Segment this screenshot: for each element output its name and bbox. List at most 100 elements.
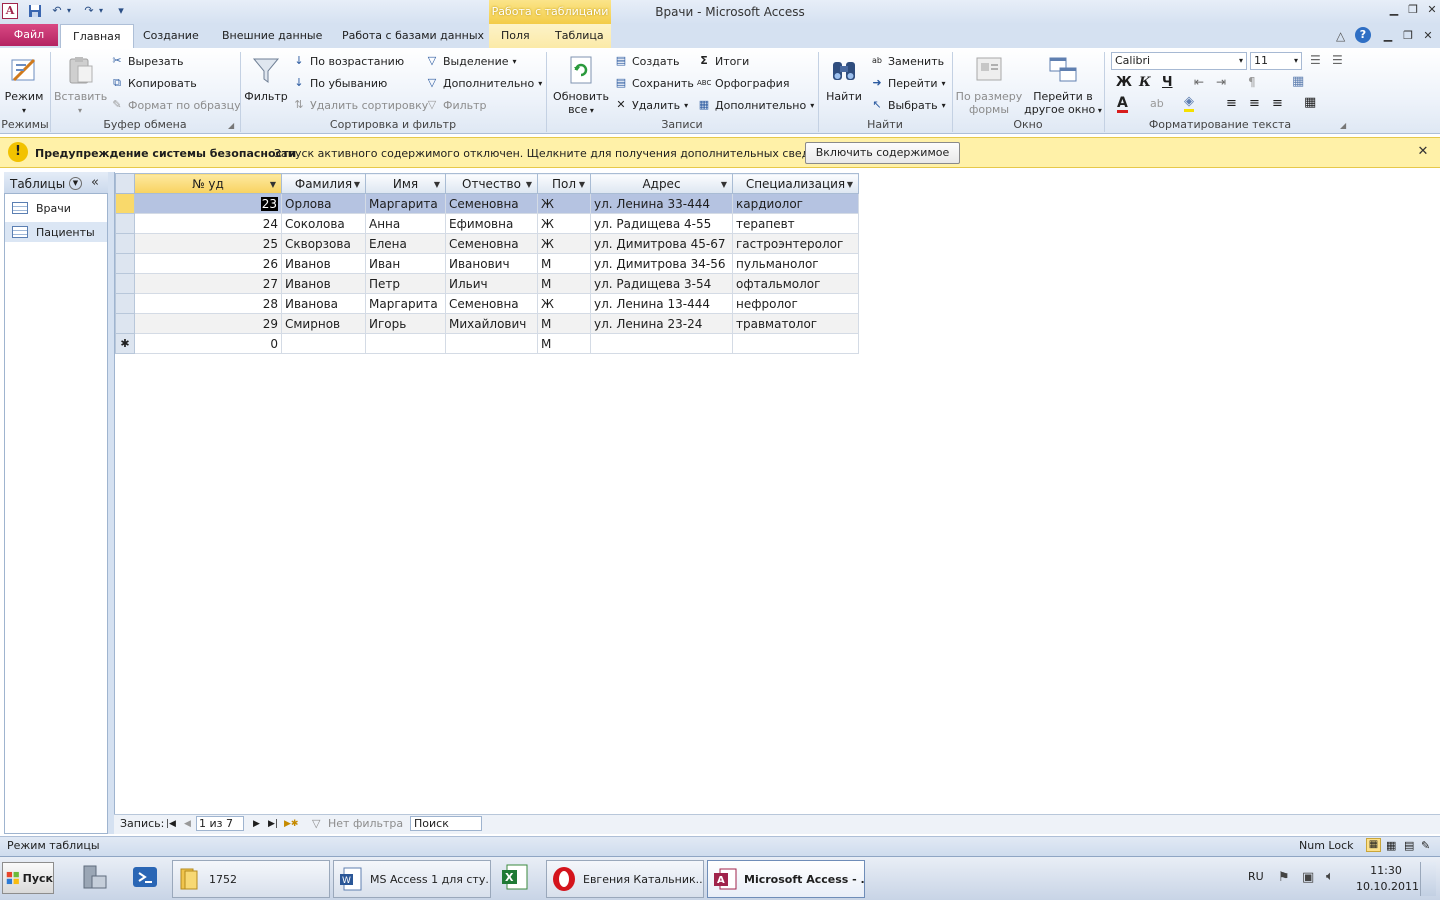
cell-patronymic[interactable]: Иванович: [445, 253, 538, 274]
start-button[interactable]: Пуск: [2, 862, 54, 894]
pivot-table-view-icon[interactable]: ▦: [1386, 839, 1396, 852]
clock-date[interactable]: 10.10.2011: [1356, 880, 1419, 893]
cell-sex[interactable]: Ж: [537, 233, 591, 254]
cell-lastname[interactable]: Скворзова: [281, 233, 366, 254]
doc-minimize-icon[interactable]: ▁: [1380, 29, 1396, 43]
chevron-down-icon[interactable]: ▼: [270, 180, 276, 189]
tab-home[interactable]: Главная: [60, 24, 134, 49]
numbering-icon[interactable]: ☰: [1332, 53, 1343, 67]
close-icon[interactable]: ✕: [1424, 3, 1440, 17]
cell-sex[interactable]: М: [537, 273, 591, 294]
chevron-down-icon[interactable]: ▼: [721, 180, 727, 189]
underline-button[interactable]: Ч: [1162, 75, 1173, 90]
computer-icon[interactable]: [78, 862, 112, 894]
redo-icon[interactable]: ↷: [82, 4, 96, 18]
network-icon[interactable]: ▣: [1302, 870, 1314, 885]
cell-lastname[interactable]: Соколова: [281, 213, 366, 234]
record-selector[interactable]: [115, 213, 135, 234]
cell-specialization[interactable]: нефролог: [732, 293, 859, 314]
toggle-filter-button[interactable]: ▽ Фильтр: [425, 96, 487, 114]
align-left-icon[interactable]: ≡: [1226, 96, 1237, 111]
table-row[interactable]: 28 Иванова Маргарита Семеновна Жул. Ленина 1…: [115, 293, 859, 314]
cell-id[interactable]: 28: [134, 293, 282, 314]
new-record-marker[interactable]: ✱: [115, 333, 135, 354]
cell-lastname[interactable]: Иванов: [281, 253, 366, 274]
doc-close-icon[interactable]: ✕: [1420, 29, 1436, 43]
clipboard-launcher-icon[interactable]: ◢: [228, 121, 234, 130]
taskbar-item-opera[interactable]: Евгения Катальник...: [546, 860, 704, 898]
cell-sex[interactable]: М: [537, 313, 591, 334]
cell-patronymic[interactable]: Семеновна: [445, 193, 538, 214]
column-header-specialization[interactable]: Специализация ▼: [732, 173, 859, 194]
fill-color-icon[interactable]: ◈: [1184, 95, 1194, 112]
search-input[interactable]: Поиск: [410, 816, 482, 831]
tab-external-data[interactable]: Внешние данные: [210, 24, 334, 48]
column-header-lastname[interactable]: Фамилия ▼: [281, 173, 366, 194]
cell-sex[interactable]: М: [537, 333, 591, 354]
first-record-icon[interactable]: |◀: [166, 817, 176, 831]
cell-address[interactable]: [590, 333, 733, 354]
paragraph-direction-icon[interactable]: ¶: [1248, 75, 1256, 89]
cell-firstname[interactable]: Маргарита: [365, 293, 446, 314]
cell-lastname[interactable]: Смирнов: [281, 313, 366, 334]
access-app-icon[interactable]: A: [2, 3, 18, 19]
next-record-icon[interactable]: ▶: [253, 817, 260, 831]
cell-firstname[interactable]: Игорь: [365, 313, 446, 334]
cell-patronymic[interactable]: Ильич: [445, 273, 538, 294]
cell-id[interactable]: 26: [134, 253, 282, 274]
collapse-pane-icon[interactable]: «: [91, 175, 99, 190]
text-format-launcher-icon[interactable]: ◢: [1340, 121, 1346, 130]
cell-address[interactable]: ул. Димитрова 34-56: [590, 253, 733, 274]
paste-button[interactable]: Вставить ▾: [54, 54, 107, 117]
switch-windows-button[interactable]: Перейти в другое окно ▾: [1024, 54, 1102, 117]
column-header-firstname[interactable]: Имя ▼: [365, 173, 446, 194]
select-all-cell[interactable]: [115, 173, 135, 194]
cell-firstname[interactable]: [365, 333, 446, 354]
powershell-icon[interactable]: [130, 862, 162, 894]
cell-address[interactable]: ул. Ленина 33-444: [590, 193, 733, 214]
view-mode-button[interactable]: Режим ▾: [4, 54, 44, 117]
tab-table[interactable]: Таблица: [543, 24, 616, 48]
cell-sex[interactable]: М: [537, 253, 591, 274]
cell-lastname[interactable]: Орлова: [281, 193, 366, 214]
filter-status[interactable]: Нет фильтра: [328, 817, 403, 831]
cell-specialization[interactable]: офтальмолог: [732, 273, 859, 294]
cell-id[interactable]: 29: [134, 313, 282, 334]
nav-pane-title[interactable]: Таблицы: [10, 177, 65, 191]
chevron-down-icon[interactable]: ▼: [354, 180, 360, 189]
remove-sort-button[interactable]: ⇅ Удалить сортировку: [292, 96, 428, 114]
cell-address[interactable]: ул. Радищева 4-55: [590, 213, 733, 234]
record-selector[interactable]: [115, 193, 135, 214]
save-icon[interactable]: [28, 4, 42, 18]
table-row[interactable]: 25 Скворзова Елена Семеновна Жул. Димитрова …: [115, 233, 859, 254]
cell-specialization[interactable]: кардиолог: [732, 193, 859, 214]
chevron-down-icon[interactable]: ▼: [526, 180, 532, 189]
show-desktop-button[interactable]: [1420, 862, 1436, 896]
cell-firstname[interactable]: Анна: [365, 213, 446, 234]
cell-firstname[interactable]: Елена: [365, 233, 446, 254]
find-button[interactable]: Найти: [824, 54, 864, 103]
goto-button[interactable]: ➜ Перейти ▾: [870, 74, 945, 92]
highlight-icon[interactable]: ab: [1150, 97, 1164, 110]
previous-record-icon[interactable]: ◀: [184, 817, 191, 831]
language-indicator[interactable]: RU: [1248, 870, 1264, 883]
save-record-button[interactable]: ▤ Сохранить: [614, 74, 694, 92]
cell-id[interactable]: 24: [134, 213, 282, 234]
record-selector[interactable]: [115, 313, 135, 334]
indent-increase-icon[interactable]: ⇥: [1216, 75, 1226, 89]
volume-icon[interactable]: 🔈︎: [1326, 869, 1334, 884]
sort-descending-button[interactable]: ↓ По убыванию: [292, 74, 387, 92]
borders-icon[interactable]: ▦: [1304, 95, 1316, 110]
tab-file[interactable]: Файл: [0, 24, 58, 46]
cell-id[interactable]: 23: [134, 193, 282, 214]
design-view-icon[interactable]: ✎: [1421, 839, 1430, 852]
cell-specialization[interactable]: гастроэнтеролог: [732, 233, 859, 254]
last-record-icon[interactable]: ▶|: [268, 817, 278, 831]
cell-firstname[interactable]: Петр: [365, 273, 446, 294]
cell-patronymic[interactable]: Семеновна: [445, 233, 538, 254]
cell-address[interactable]: ул. Ленина 13-444: [590, 293, 733, 314]
taskbar-item-word[interactable]: W MS Access 1 для сту...: [333, 860, 491, 898]
undo-dropdown-icon[interactable]: ▾: [64, 4, 74, 18]
table-row[interactable]: 27 Иванов Петр Ильич Мул. Радищева 3-54 офтал…: [115, 273, 859, 294]
customize-qat-icon[interactable]: ▾: [116, 4, 126, 18]
